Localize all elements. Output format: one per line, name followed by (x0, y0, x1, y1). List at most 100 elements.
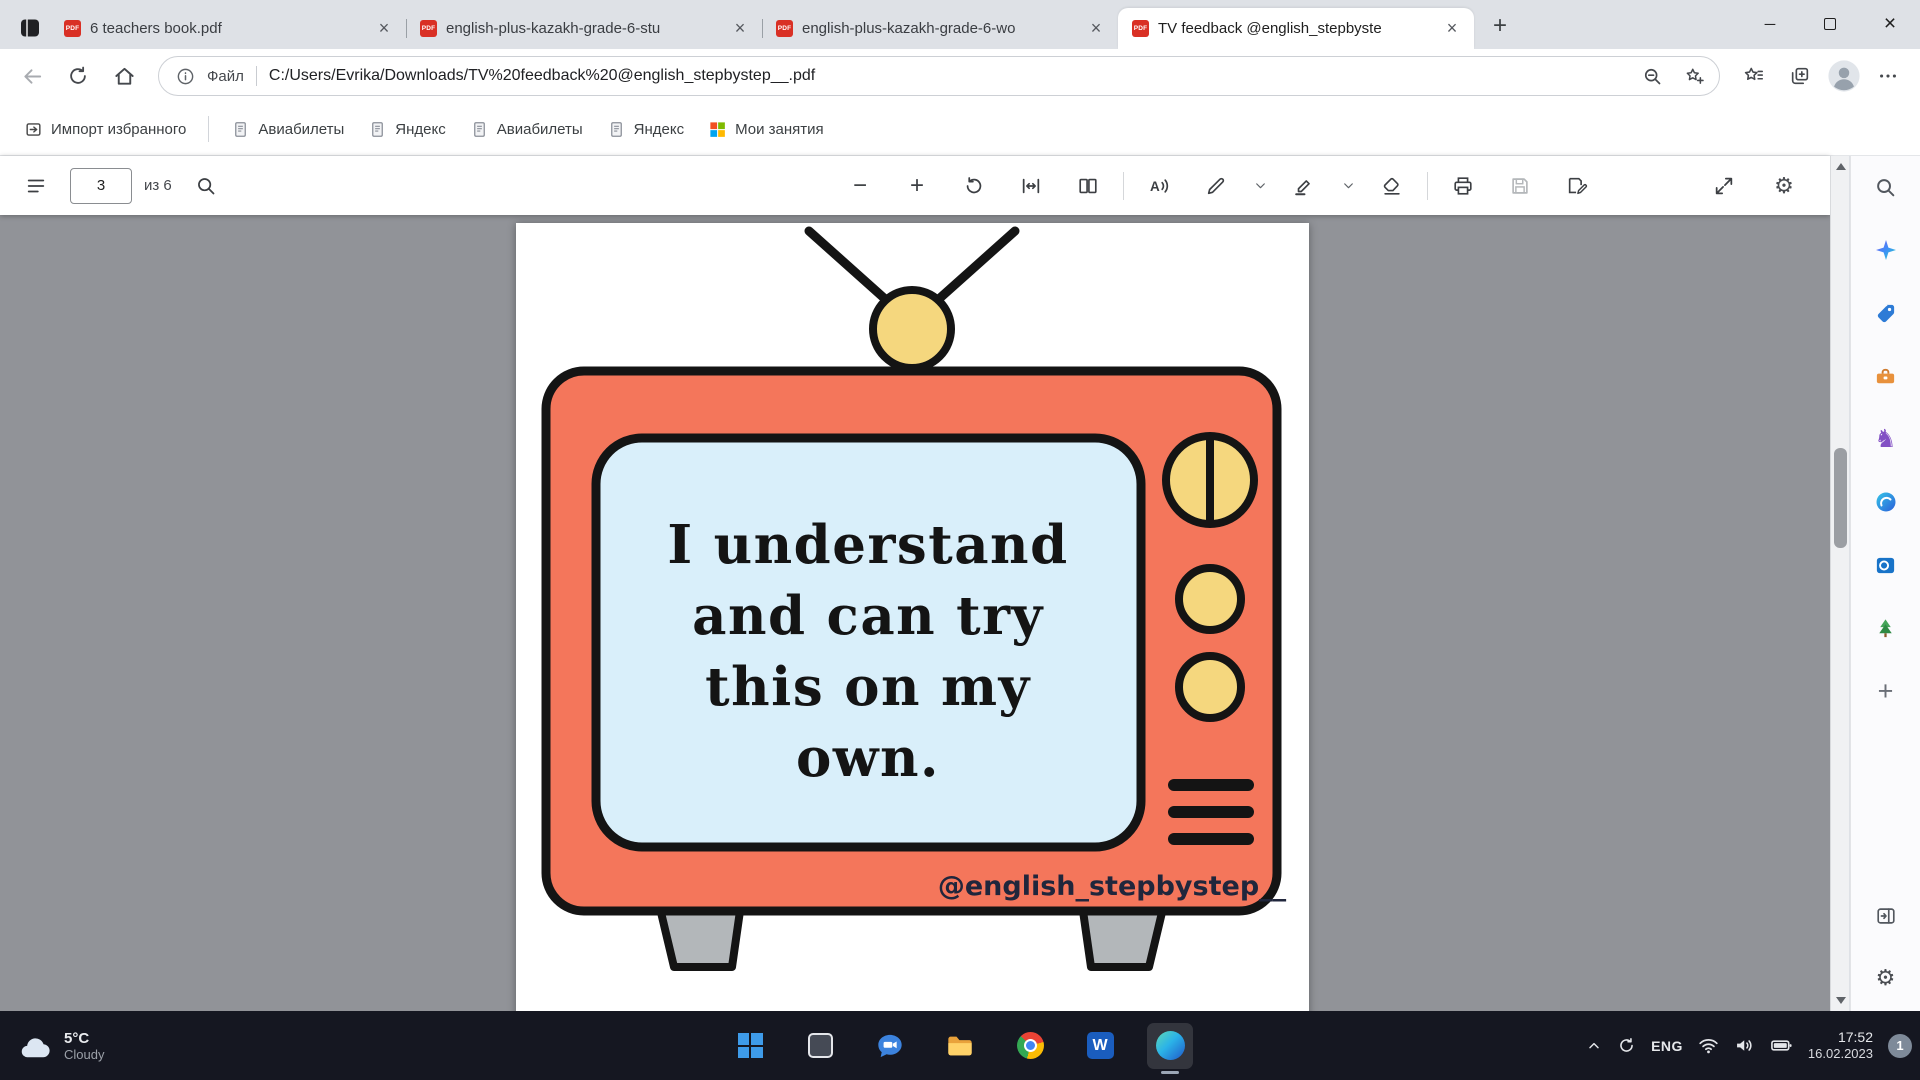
contents-button[interactable] (14, 164, 58, 208)
window-controls: ─ × (1740, 0, 1920, 48)
bookmark-label: Яндекс (634, 121, 684, 138)
pdf-page: I understand and can try this on my own.… (516, 223, 1309, 1011)
zoom-out-button[interactable]: − (838, 164, 882, 208)
avatar-icon (1827, 59, 1861, 93)
page-info-button[interactable] (171, 62, 199, 90)
windows-logo-icon (738, 1033, 763, 1058)
tab-close-icon[interactable]: × (728, 17, 752, 41)
collections-button[interactable] (1778, 54, 1822, 98)
minimize-button[interactable]: ─ (1740, 0, 1800, 48)
zoom-in-button[interactable]: + (895, 164, 939, 208)
volume-button[interactable] (1734, 1035, 1755, 1056)
close-icon: × (1884, 12, 1896, 36)
tab-close-icon[interactable]: × (372, 17, 396, 41)
draw-button[interactable] (1194, 164, 1238, 208)
bookmark-moi-zanyatiya[interactable]: Мои занятия (698, 112, 834, 146)
page-view-button[interactable] (1066, 164, 1110, 208)
tab-workspaces-button[interactable] (10, 7, 50, 49)
start-button[interactable] (727, 1023, 773, 1069)
address-bar[interactable]: Файл C:/Users/Evrika/Downloads/TV%20feed… (158, 56, 1720, 96)
sidebar-settings-button[interactable]: ⚙ (1865, 957, 1907, 999)
chat-button[interactable] (867, 1023, 913, 1069)
sidebar-tools-button[interactable] (1865, 355, 1907, 397)
tab-2[interactable]: PDF english-plus-kazakh-grade-6-stu × (406, 8, 762, 49)
save-as-button[interactable] (1555, 164, 1599, 208)
highlight-button[interactable] (1282, 164, 1326, 208)
clock[interactable]: 17:52 16.02.2023 (1808, 1029, 1873, 1063)
pdf-toolbar-center: − + (838, 156, 1599, 215)
scrollbar-thumb[interactable] (1834, 448, 1847, 548)
refresh-button[interactable] (56, 54, 100, 98)
profile-button[interactable] (1824, 56, 1864, 96)
erase-button[interactable] (1370, 164, 1414, 208)
bookmark-yandex-1[interactable]: Яндекс (358, 112, 455, 146)
browser-menu-button[interactable] (1866, 54, 1910, 98)
find-button[interactable] (184, 164, 228, 208)
tab-title: english-plus-kazakh-grade-6-wo (802, 20, 1075, 37)
tab-close-icon[interactable]: × (1440, 17, 1464, 41)
pdf-toolbar-right: ⚙ (1702, 156, 1806, 215)
sidebar-tree-button[interactable] (1865, 607, 1907, 649)
close-window-button[interactable]: × (1860, 0, 1920, 48)
pdf-settings-button[interactable]: ⚙ (1762, 164, 1806, 208)
file-explorer-button[interactable] (937, 1023, 983, 1069)
sidebar-search-button[interactable] (1865, 166, 1907, 208)
notification-badge[interactable]: 1 (1888, 1034, 1912, 1058)
page-number-input[interactable] (70, 168, 132, 204)
bookmark-import-favorites[interactable]: Импорт избранного (14, 112, 196, 146)
sidebar-customize-button[interactable]: + (1865, 670, 1907, 712)
maximize-icon (1824, 18, 1836, 30)
sidebar-m365-button[interactable] (1865, 481, 1907, 523)
edge-icon (1156, 1031, 1185, 1060)
highlighter-icon (1293, 175, 1315, 197)
highlight-menu-button[interactable] (1339, 164, 1357, 208)
tab-4-active[interactable]: PDF TV feedback @english_stepbyste × (1118, 8, 1474, 49)
word-button[interactable]: W (1077, 1023, 1123, 1069)
tab-title: english-plus-kazakh-grade-6-stu (446, 20, 719, 37)
taskbar: 5°C Cloudy (0, 1011, 1920, 1080)
tab-close-icon[interactable]: × (1084, 17, 1108, 41)
print-button[interactable] (1441, 164, 1485, 208)
home-button[interactable] (102, 54, 146, 98)
save-button[interactable] (1498, 164, 1542, 208)
rotate-button[interactable] (952, 164, 996, 208)
favorites-button[interactable] (1732, 54, 1776, 98)
bookmarks-divider (208, 116, 209, 142)
tray-overflow-button[interactable] (1586, 1038, 1602, 1054)
bookmark-label: Авиабилеты (497, 121, 583, 138)
sidebar-games-button[interactable]: ♞ (1865, 418, 1907, 460)
tab-1[interactable]: PDF 6 teachers book.pdf × (50, 8, 406, 49)
bookmark-aviabilety-2[interactable]: Авиабилеты (460, 112, 593, 146)
fit-to-width-button[interactable] (1009, 164, 1053, 208)
edge-button[interactable] (1147, 1023, 1193, 1069)
network-button[interactable] (1698, 1035, 1719, 1056)
battery-button[interactable] (1770, 1034, 1793, 1057)
taskbar-tray: ENG 17:52 (1586, 1011, 1912, 1080)
zoom-indicator-button[interactable] (1635, 59, 1669, 93)
language-indicator[interactable]: ENG (1651, 1038, 1683, 1054)
tab-3[interactable]: PDF english-plus-kazakh-grade-6-wo × (762, 8, 1118, 49)
sidebar-panel-button[interactable] (1865, 895, 1907, 937)
draw-menu-button[interactable] (1251, 164, 1269, 208)
refresh-icon (67, 65, 89, 87)
fullscreen-button[interactable] (1702, 164, 1746, 208)
new-tab-button[interactable]: + (1482, 8, 1518, 44)
bookmark-yandex-2[interactable]: Яндекс (597, 112, 694, 146)
read-aloud-button[interactable]: A (1137, 164, 1181, 208)
add-favorite-button[interactable] (1677, 59, 1711, 93)
page-icon (368, 120, 387, 139)
tray-sync-button[interactable] (1617, 1036, 1636, 1055)
bookmark-aviabilety-1[interactable]: Авиабилеты (221, 112, 354, 146)
task-view-button[interactable] (797, 1023, 843, 1069)
sidebar-outlook-button[interactable] (1865, 544, 1907, 586)
maximize-button[interactable] (1800, 0, 1860, 48)
sidebar-copilot-button[interactable] (1865, 229, 1907, 271)
chrome-button[interactable] (1007, 1023, 1053, 1069)
back-button[interactable] (10, 54, 54, 98)
scroll-up-button[interactable] (1831, 158, 1850, 175)
widgets-weather-button[interactable]: 5°C Cloudy (8, 1011, 114, 1080)
vertical-scrollbar[interactable] (1830, 156, 1849, 1011)
sidebar-shopping-button[interactable] (1865, 292, 1907, 334)
speaker-icon (1734, 1035, 1755, 1056)
scroll-down-button[interactable] (1831, 992, 1850, 1009)
